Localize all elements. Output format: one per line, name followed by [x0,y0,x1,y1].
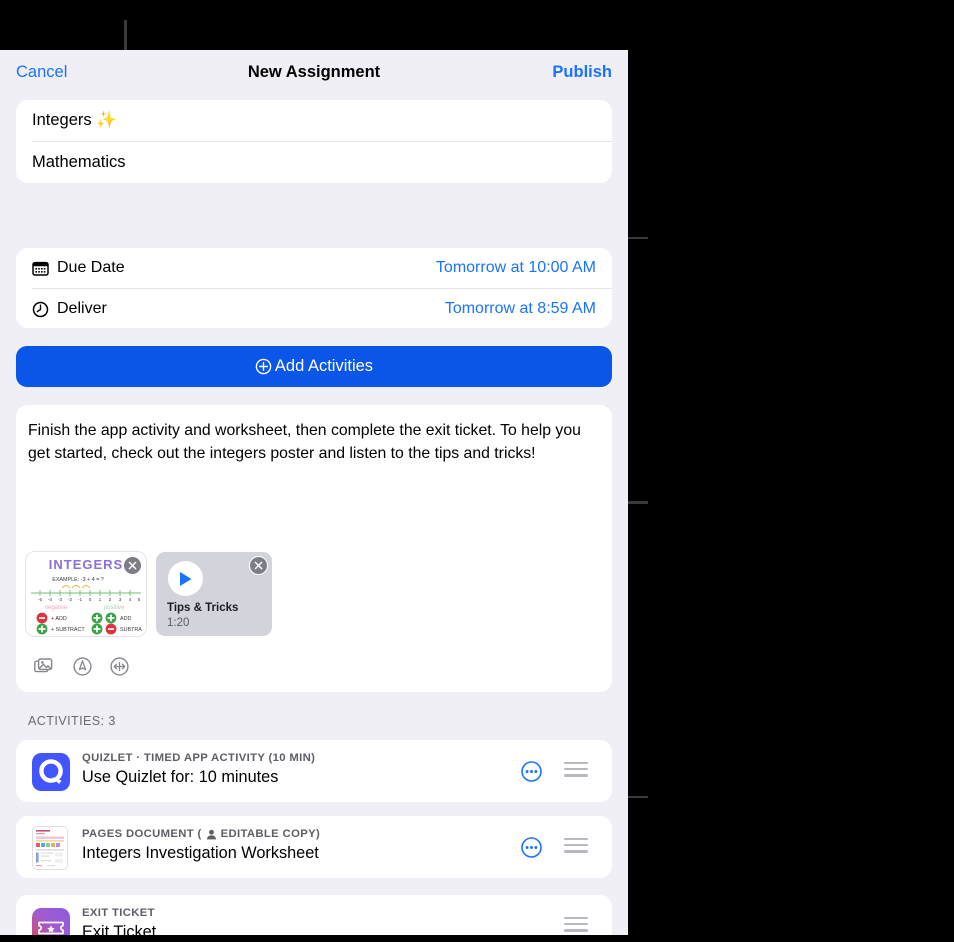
due-date-label: Due Date [57,259,125,276]
svg-text:-5: -5 [38,597,43,602]
attachments-row: INTEGERS EXAMPLE: -3 + 4 = ? -5 -4 -3 -2… [26,552,272,636]
deliver-value[interactable]: Tomorrow at 8:59 AM [445,300,596,318]
play-icon [168,561,203,596]
assignment-title-input[interactable]: Integers ✨ [16,100,612,141]
drag-handle[interactable] [564,917,588,933]
due-date-value[interactable]: Tomorrow at 10:00 AM [436,259,596,277]
publish-button[interactable]: Publish [552,63,612,82]
svg-text:-4: -4 [48,597,53,602]
quizlet-app-icon [32,753,70,791]
svg-text:-1: -1 [78,597,83,602]
activity-row-pages-document[interactable]: PAGES DOCUMENT ( EDITABLE COPY) Integers… [16,816,612,878]
person-icon [206,829,217,840]
svg-text:3: 3 [119,597,122,602]
schedule-card: Due Date Tomorrow at 10:00 AM Deliver To… [16,248,612,328]
deliver-row[interactable]: Deliver Tomorrow at 8:59 AM [16,289,612,329]
instructions-text[interactable]: Finish the app activity and worksheet, t… [28,419,588,465]
activity-kicker-text: QUIZLET · TIMED APP ACTIVITY (10 MIN) [82,752,316,764]
due-date-row[interactable]: Due Date Tomorrow at 10:00 AM [16,248,612,288]
page-title: New Assignment [247,63,381,81]
svg-text:INTEGERS: INTEGERS [49,557,123,572]
audio-record-icon[interactable] [110,657,129,681]
activity-kicker: QUIZLET · TIMED APP ACTIVITY (10 MIN) [82,752,315,764]
activity-title: Use Quizlet for: 10 minutes [82,768,279,786]
drag-handle[interactable] [564,838,588,854]
activities-section-header: ACTIVITIES: 3 [28,714,116,728]
svg-text:EXAMPLE: -3 + 4 = ?: EXAMPLE: -3 + 4 = ? [52,577,104,583]
activity-kicker-suffix: EDITABLE COPY) [220,828,321,840]
svg-text:+ SUBTRACT: + SUBTRACT [51,627,85,633]
svg-text:4: 4 [129,597,132,602]
attachment-tips-and-tricks-video[interactable]: Tips & Tricks 1:20 [156,552,272,636]
clock-icon [32,301,49,318]
svg-text:0: 0 [89,597,92,602]
new-assignment-panel: Cancel New Assignment Publish Integers ✨… [0,50,628,935]
svg-text:SUBTRA: SUBTRA [120,627,142,633]
add-activities-label: Add Activities [274,357,374,375]
remove-poster-attachment-button[interactable] [123,556,142,575]
video-duration: 1:20 [167,617,190,629]
activity-kicker: EXIT TICKET [82,907,155,919]
svg-text:1: 1 [99,597,102,602]
activity-row-exit-ticket[interactable]: EXIT TICKET Exit Ticket [16,895,612,935]
activity-kicker-text: PAGES DOCUMENT ( [82,828,202,840]
calendar-icon [32,260,49,277]
svg-text:-3: -3 [58,597,63,602]
activity-kicker: PAGES DOCUMENT ( EDITABLE COPY) [82,828,320,840]
remove-video-attachment-button[interactable] [249,556,268,575]
subject-input[interactable]: Mathematics [16,142,612,183]
deliver-label: Deliver [57,300,107,317]
add-activities-button[interactable]: Add Activities [16,346,612,387]
svg-text:-2: -2 [68,597,73,602]
svg-text:+ ADD: + ADD [51,616,67,622]
svg-text:ADD: ADD [120,616,131,622]
attachment-integers-poster[interactable]: INTEGERS EXAMPLE: -3 + 4 = ? -5 -4 -3 -2… [26,552,146,636]
photo-library-icon[interactable] [34,657,55,681]
exit-ticket-icon [32,908,70,935]
attachment-toolbar [34,657,129,681]
plus-circle-icon [255,358,272,375]
markup-pen-icon[interactable] [73,657,92,681]
svg-text:2: 2 [109,597,112,602]
activity-title: Integers Investigation Worksheet [82,844,319,862]
activity-row-quizlet[interactable]: QUIZLET · TIMED APP ACTIVITY (10 MIN) Us… [16,740,612,802]
instructions-card: Finish the app activity and worksheet, t… [16,405,612,692]
activity-title: Exit Ticket [82,923,157,935]
assignment-fields-card: Integers ✨ Mathematics [16,100,612,183]
svg-text:negative: negative [45,605,68,611]
video-title: Tips & Tricks [167,602,239,614]
drag-handle[interactable] [564,762,588,778]
more-options-button[interactable] [521,761,542,782]
svg-text:5: 5 [138,597,141,602]
activity-kicker-text: EXIT TICKET [82,907,155,919]
svg-text:positive: positive [104,605,125,611]
more-options-button[interactable] [521,837,542,858]
pages-document-thumbnail [33,827,67,869]
navigation-bar: Cancel New Assignment Publish [0,50,628,98]
